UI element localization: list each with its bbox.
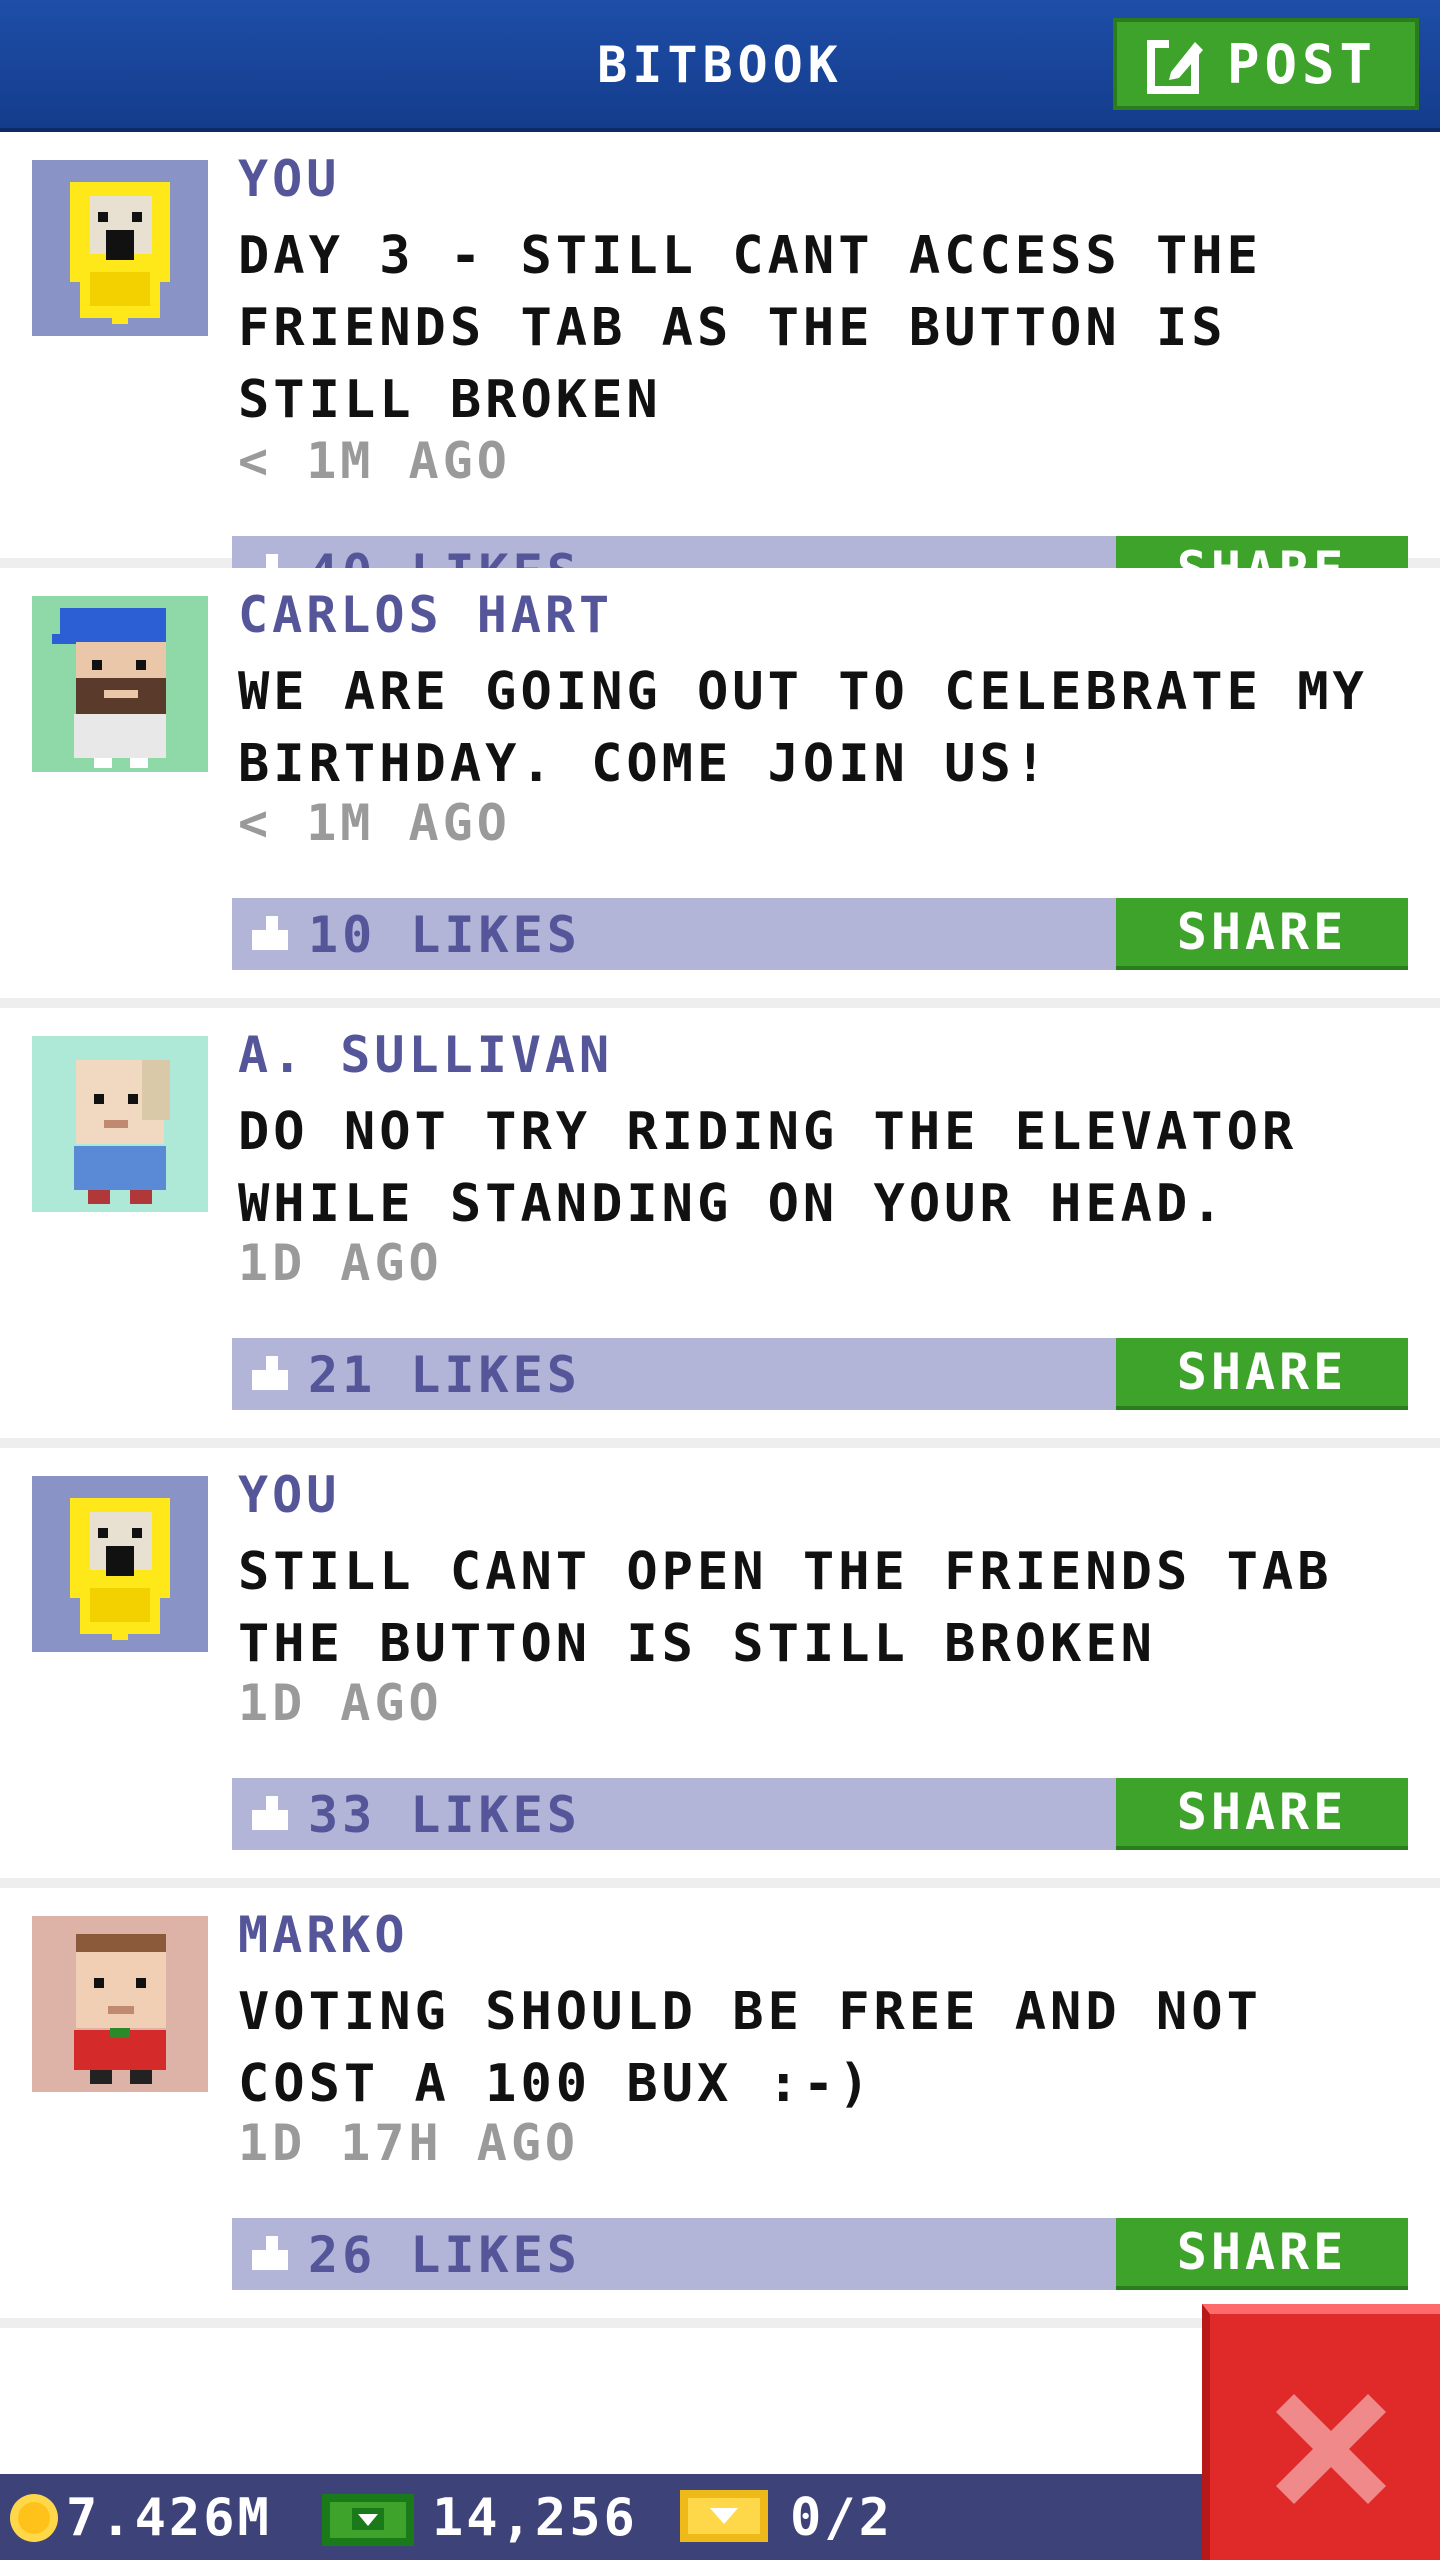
- share-button[interactable]: SHARE: [1116, 898, 1408, 970]
- coins-value: 7.426M: [66, 2488, 272, 2548]
- close-button[interactable]: [1202, 2304, 1440, 2560]
- post-message: STILL CANT OPEN THE FRIENDS TAB THE BUTT…: [238, 1542, 1333, 1674]
- thumbs-up-icon: [252, 2236, 288, 2270]
- feed-post: A. SULLIVAN DO NOT TRY RIDING THE ELEVAT…: [0, 1008, 1440, 1448]
- feed-post: CARLOS HART WE ARE GOING OUT TO CELEBRAT…: [0, 568, 1440, 1008]
- cash-icon: [322, 2494, 414, 2546]
- likes-count: 26 LIKES: [308, 2226, 581, 2284]
- edit-icon: [1147, 38, 1203, 94]
- thumbs-up-icon: [252, 916, 288, 950]
- share-button[interactable]: SHARE: [1116, 1338, 1408, 1410]
- coin-icon: [10, 2494, 58, 2542]
- post-button[interactable]: POST: [1113, 18, 1419, 110]
- avatar[interactable]: [32, 1036, 208, 1212]
- likes-count: 10 LIKES: [308, 906, 581, 964]
- close-icon: [1276, 2394, 1386, 2504]
- likes-count: 33 LIKES: [308, 1786, 581, 1844]
- ticket-icon: [680, 2490, 768, 2542]
- avatar[interactable]: [32, 1916, 208, 2092]
- post-time: 1D 17H AGO: [238, 2114, 580, 2172]
- avatar[interactable]: [32, 1476, 208, 1652]
- feed-post: YOU DAY 3 - STILL CANT ACCESS THE FRIEND…: [0, 132, 1440, 608]
- post-author[interactable]: YOU: [238, 150, 340, 208]
- post-message: DAY 3 - STILL CANT ACCESS THE FRIENDS TA…: [238, 226, 1262, 430]
- tickets-value: 0/2: [790, 2488, 893, 2548]
- post-time: 1D AGO: [238, 1674, 443, 1732]
- like-bar[interactable]: 26 LIKES SHARE: [232, 2218, 1408, 2290]
- post-message: VOTING SHOULD BE FREE AND NOT COST A 100…: [238, 1982, 1262, 2114]
- post-time: < 1M AGO: [238, 794, 511, 852]
- post-author[interactable]: YOU: [238, 1466, 340, 1524]
- bux-value: 14,256: [432, 2488, 638, 2548]
- share-button[interactable]: SHARE: [1116, 2218, 1408, 2290]
- share-button[interactable]: SHARE: [1116, 1778, 1408, 1850]
- likes-count: 21 LIKES: [308, 1346, 581, 1404]
- post-button-label: POST: [1227, 32, 1378, 96]
- post-time: < 1M AGO: [238, 432, 511, 490]
- feed-post: MARKO VOTING SHOULD BE FREE AND NOT COST…: [0, 1888, 1440, 2328]
- like-bar[interactable]: 21 LIKES SHARE: [232, 1338, 1408, 1410]
- thumbs-up-icon: [252, 1796, 288, 1830]
- thumbs-up-icon: [252, 1356, 288, 1390]
- post-time: 1D AGO: [238, 1234, 443, 1292]
- avatar[interactable]: [32, 160, 208, 336]
- feed-list: YOU DAY 3 - STILL CANT ACCESS THE FRIEND…: [0, 132, 1440, 2328]
- post-author[interactable]: MARKO: [238, 1906, 409, 1964]
- post-message: WE ARE GOING OUT TO CELEBRATE MY BIRTHDA…: [238, 662, 1368, 794]
- like-bar[interactable]: 10 LIKES SHARE: [232, 898, 1408, 970]
- feed-post: YOU STILL CANT OPEN THE FRIENDS TAB THE …: [0, 1448, 1440, 1888]
- like-bar[interactable]: 33 LIKES SHARE: [232, 1778, 1408, 1850]
- post-author[interactable]: CARLOS HART: [238, 586, 613, 644]
- avatar[interactable]: [32, 596, 208, 772]
- app-header: BITBOOK POST: [0, 0, 1440, 132]
- post-message: DO NOT TRY RIDING THE ELEVATOR WHILE STA…: [238, 1102, 1298, 1234]
- post-author[interactable]: A. SULLIVAN: [238, 1026, 613, 1084]
